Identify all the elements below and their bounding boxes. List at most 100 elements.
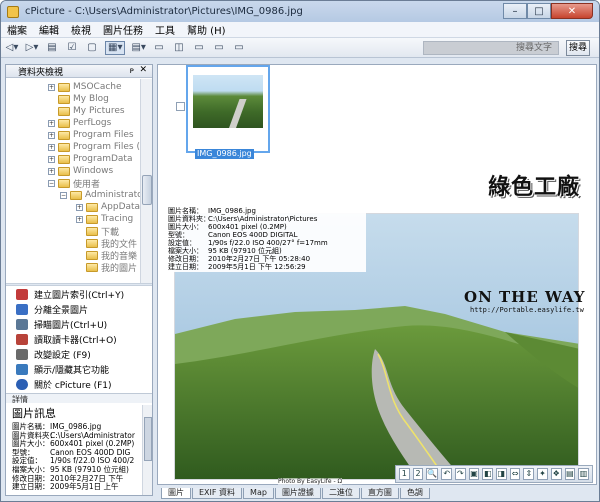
zoom-2-button[interactable]: 2 bbox=[412, 468, 424, 480]
zoom-1-button[interactable]: 1 bbox=[399, 468, 410, 480]
back-icon[interactable]: ◁▾ bbox=[5, 41, 19, 55]
tree-item[interactable]: My Pictures bbox=[58, 105, 125, 117]
search-button[interactable]: 搜尋 bbox=[566, 40, 590, 56]
folder-icon bbox=[58, 142, 70, 152]
folder-icon bbox=[58, 106, 70, 116]
close-button[interactable]: ✕ bbox=[551, 3, 593, 19]
info-scrollbar-thumb[interactable] bbox=[144, 417, 152, 461]
tab-picture[interactable]: 圖片 bbox=[161, 488, 191, 499]
action-toggle-features[interactable]: 顯示/隱藏其它功能 bbox=[6, 362, 152, 377]
collapse-icon[interactable]: − bbox=[48, 179, 55, 187]
panel-splitter[interactable] bbox=[6, 283, 152, 286]
tree-scrollbar[interactable] bbox=[140, 79, 152, 283]
tab-map[interactable]: Map bbox=[243, 488, 274, 499]
save-icon[interactable]: ▥ bbox=[578, 468, 589, 480]
info-scrollbar[interactable] bbox=[142, 405, 152, 495]
select-checkbox-icon[interactable]: ☑ bbox=[65, 41, 79, 55]
split-view-icon[interactable]: ◫ bbox=[172, 41, 186, 55]
next-image-icon[interactable]: ◨ bbox=[496, 468, 507, 480]
tree-item[interactable]: 我的音樂 bbox=[86, 249, 137, 262]
list-view-icon[interactable]: ▭ bbox=[152, 41, 166, 55]
left-panel: 資料夾檢視 ᴘ ✕ + MSOCache My Blog My Pictures … bbox=[5, 64, 153, 496]
expand-icon[interactable]: + bbox=[48, 155, 55, 163]
zoom-icon[interactable]: 🔍 bbox=[426, 468, 439, 480]
pin-icon[interactable]: ᴘ bbox=[130, 66, 134, 75]
menu-file[interactable]: 檔案 bbox=[7, 22, 27, 37]
tab-binary[interactable]: 二進位 bbox=[321, 488, 360, 499]
thumbnail-view-icon[interactable]: ▦▾ bbox=[105, 40, 126, 55]
collapse-icon[interactable]: − bbox=[60, 191, 67, 199]
tree-item[interactable]: +Program Files (x86) bbox=[48, 141, 140, 153]
tab-exif[interactable]: EXIF 資料 bbox=[192, 488, 243, 499]
exif-row: 檔案大小： 95 KB (97910 位元組) bbox=[168, 247, 282, 255]
details-view-icon[interactable]: ▤▾ bbox=[131, 41, 145, 55]
folder-icon bbox=[58, 94, 70, 104]
info-icon bbox=[16, 379, 28, 390]
tree-item[interactable]: + Windows bbox=[48, 165, 113, 177]
action-scan[interactable]: 掃瞄圖片(Ctrl+U) bbox=[6, 317, 152, 332]
action-card-reader[interactable]: 讀取讀卡器(Ctrl+O) bbox=[6, 332, 152, 347]
expand-icon[interactable]: + bbox=[76, 203, 83, 211]
expand-icon[interactable]: + bbox=[48, 119, 55, 127]
title-bar[interactable]: cPicture - C:\Users\Administrator\Pictur… bbox=[1, 1, 599, 22]
enhance-icon[interactable]: ✦ bbox=[537, 468, 548, 480]
tree-item[interactable]: 我的文件 bbox=[86, 237, 137, 250]
search-input[interactable]: 搜尋文字 bbox=[423, 41, 559, 55]
tree-item[interactable]: My Blog bbox=[58, 93, 109, 105]
exif-overlay: 圖片名稱： IMG_0986.jpg 圖片資料夾： C:\Users\Adminis… bbox=[166, 206, 366, 272]
menu-view[interactable]: 檢視 bbox=[71, 22, 91, 37]
tree-item[interactable]: − 使用者 bbox=[48, 177, 100, 190]
expand-icon[interactable]: + bbox=[48, 167, 55, 175]
rotate-left-icon[interactable]: ↶ bbox=[441, 468, 453, 480]
tree-scrollbar-thumb[interactable] bbox=[142, 175, 152, 205]
tree-item[interactable]: 我的圖片 bbox=[86, 261, 137, 274]
tab-histogram[interactable]: 直方圖 bbox=[360, 488, 399, 499]
tree-item[interactable]: + Program Files bbox=[48, 129, 134, 141]
tree-item[interactable]: + Tracing bbox=[76, 213, 133, 225]
prev-image-icon[interactable]: ◧ bbox=[482, 468, 494, 480]
menu-edit[interactable]: 編輯 bbox=[39, 22, 59, 37]
forward-icon[interactable]: ▷▾ bbox=[25, 41, 39, 55]
folder-icon bbox=[86, 238, 98, 248]
single-view-icon[interactable]: ▢ bbox=[85, 41, 99, 55]
panel-close-icon[interactable]: ✕ bbox=[139, 65, 147, 75]
tab-tone[interactable]: 色調 bbox=[399, 488, 430, 499]
action-build-index[interactable]: 建立圖片索引(Ctrl+Y) bbox=[6, 287, 152, 302]
tree-item[interactable]: + AppData bbox=[76, 201, 140, 213]
layout-icon[interactable]: ▤ bbox=[564, 468, 576, 480]
tab-evidence[interactable]: 圖片證據 bbox=[274, 488, 321, 499]
effects-icon[interactable]: ❖ bbox=[550, 468, 562, 480]
slideshow-icon[interactable]: ▭ bbox=[192, 41, 206, 55]
menu-picture-tasks[interactable]: 圖片任務 bbox=[103, 22, 143, 37]
thumbnail-checkbox[interactable] bbox=[176, 102, 185, 111]
action-split-panorama[interactable]: 分離全景圖片 bbox=[6, 302, 152, 317]
thumbnail-card[interactable] bbox=[186, 65, 270, 153]
flip-vertical-icon[interactable]: ⇕ bbox=[523, 468, 535, 480]
maximize-button[interactable]: □ bbox=[527, 3, 551, 19]
fit-icon[interactable]: ▣ bbox=[468, 468, 480, 480]
tree-item[interactable]: −Administrator bbox=[60, 189, 140, 201]
rotate-right-icon[interactable]: ↷ bbox=[455, 468, 466, 480]
tree-item[interactable]: + PerfLogs bbox=[48, 117, 111, 129]
camera-icon[interactable]: ▭ bbox=[232, 41, 246, 55]
folder-icon bbox=[58, 130, 70, 140]
up-folder-icon[interactable]: ▤ bbox=[45, 41, 59, 55]
menu-help[interactable]: 幫助 (H) bbox=[187, 22, 226, 37]
action-about[interactable]: 關於 cPicture (F1) bbox=[6, 377, 152, 392]
menu-tools[interactable]: 工具 bbox=[155, 22, 175, 37]
tree-item[interactable]: + MSOCache bbox=[48, 81, 122, 93]
expand-icon[interactable]: + bbox=[76, 215, 83, 223]
folder-icon bbox=[86, 250, 98, 260]
flip-horizontal-icon[interactable]: ⇔ bbox=[509, 468, 521, 480]
expand-icon[interactable]: + bbox=[48, 143, 55, 151]
expand-icon[interactable]: + bbox=[48, 83, 55, 91]
expand-icon[interactable]: + bbox=[48, 131, 55, 139]
folder-icon bbox=[70, 190, 82, 200]
minimize-button[interactable]: – bbox=[503, 3, 527, 19]
monitor-icon[interactable]: ▭ bbox=[212, 41, 226, 55]
tree-item[interactable]: 下載 bbox=[86, 225, 119, 238]
action-settings[interactable]: 改變設定 (F9) bbox=[6, 347, 152, 362]
thumbnail-label[interactable]: IMG_0986.jpg bbox=[195, 149, 254, 159]
thumbnail-image bbox=[193, 75, 263, 128]
tree-item[interactable]: + ProgramData bbox=[48, 153, 132, 165]
